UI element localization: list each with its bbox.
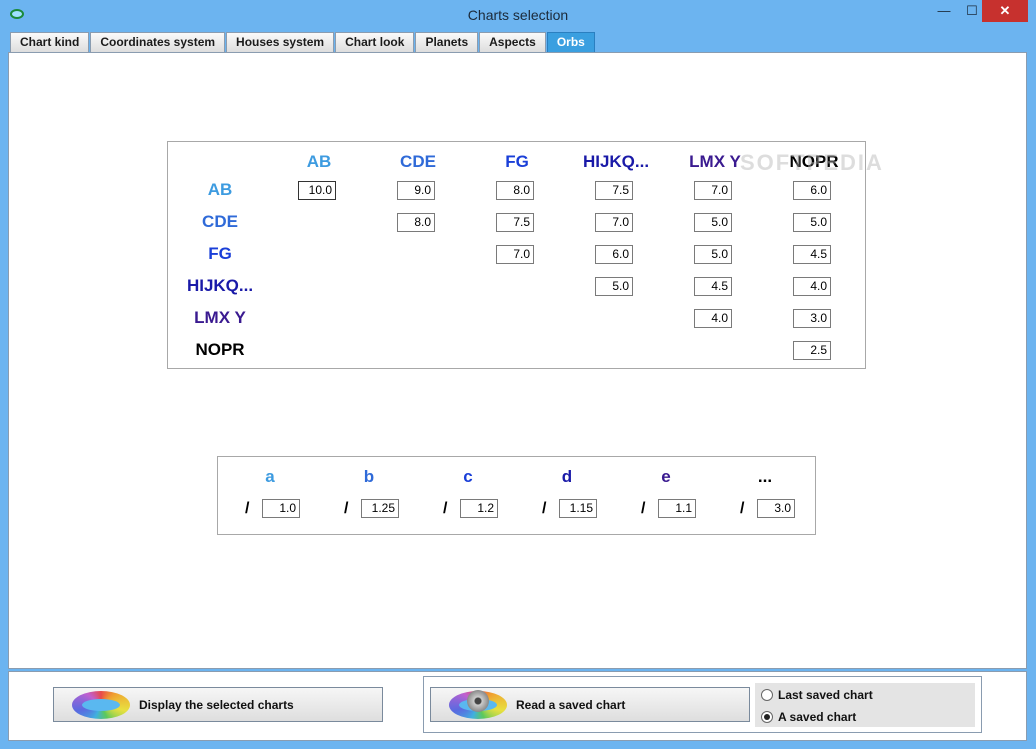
- radio-a-saved-chart[interactable]: A saved chart: [761, 710, 856, 724]
- orb-value-field[interactable]: 8.0: [496, 181, 534, 200]
- orb-row-header: AB: [207, 180, 233, 199]
- orb-row-header: FG: [208, 244, 232, 263]
- factor-header: d: [561, 467, 573, 486]
- tab-bar: Chart kind Coordinates system Houses sys…: [10, 32, 596, 53]
- factor-value-field[interactable]: 1.2: [460, 499, 498, 518]
- orb-value-field[interactable]: 10.0: [298, 181, 336, 200]
- orb-column-header: HIJKQ...: [582, 152, 650, 171]
- factor-slash: /: [542, 500, 547, 517]
- minimize-button[interactable]: —: [933, 0, 955, 22]
- orb-value-field[interactable]: 7.0: [496, 245, 534, 264]
- orb-factors-panel: a / 1.0 b / 1.25 c / 1.2 d / 1.15 e / 1.1... / 3.0: [217, 456, 816, 535]
- factor-header: c: [463, 467, 473, 486]
- orb-value-field[interactable]: 5.0: [793, 213, 831, 232]
- factor-value-field[interactable]: 1.1: [658, 499, 696, 518]
- orb-row-header: HIJKQ...: [186, 276, 254, 295]
- factor-value-field[interactable]: 3.0: [757, 499, 795, 518]
- factor-value-field[interactable]: 1.0: [262, 499, 300, 518]
- orb-value-field[interactable]: 4.0: [694, 309, 732, 328]
- orb-value-field[interactable]: 8.0: [397, 213, 435, 232]
- orb-value-field[interactable]: 7.0: [694, 181, 732, 200]
- chart-wheel-icon: [72, 691, 130, 719]
- orb-column-header: AB: [306, 152, 332, 171]
- factor-header: a: [265, 467, 275, 486]
- orb-value-field[interactable]: 7.5: [595, 181, 633, 200]
- factor-header: b: [363, 467, 375, 486]
- radio-last-saved-label: Last saved chart: [778, 688, 873, 702]
- orb-row-header: NOPR: [195, 340, 245, 359]
- radio-last-saved-chart[interactable]: Last saved chart: [761, 688, 873, 702]
- read-saved-chart-button[interactable]: Read a saved chart: [430, 687, 750, 722]
- orb-value-field[interactable]: 2.5: [793, 341, 831, 360]
- watermark: SOFTPEDIA: [740, 150, 884, 175]
- factor-value-field[interactable]: 1.15: [559, 499, 597, 518]
- factor-value-field[interactable]: 1.25: [361, 499, 399, 518]
- orb-column-header: CDE: [400, 152, 436, 171]
- maximize-button[interactable]: ☐: [961, 0, 983, 22]
- factor-slash: /: [641, 500, 646, 517]
- orb-row-header: CDE: [202, 212, 238, 231]
- orb-column-header: FG: [505, 152, 529, 171]
- saved-chart-options: Last saved chart A saved chart: [755, 683, 975, 727]
- orb-value-field[interactable]: 5.0: [694, 245, 732, 264]
- orb-value-field[interactable]: 6.0: [793, 181, 831, 200]
- factor-slash: /: [443, 500, 448, 517]
- orb-value-field[interactable]: 6.0: [595, 245, 633, 264]
- orb-value-field[interactable]: 4.5: [694, 277, 732, 296]
- orb-value-field[interactable]: 7.5: [496, 213, 534, 232]
- radio-a-saved-label: A saved chart: [778, 710, 857, 724]
- orb-value-field[interactable]: 4.0: [793, 277, 831, 296]
- tab-coordinates-system[interactable]: Coordinates system: [90, 32, 226, 53]
- tab-houses-system[interactable]: Houses system: [226, 32, 335, 53]
- tab-orbs[interactable]: Orbs: [546, 32, 595, 53]
- close-button[interactable]: ✕: [982, 0, 1028, 22]
- factor-slash: /: [344, 500, 349, 517]
- display-charts-label: Display the selected charts: [139, 698, 294, 712]
- orb-row-header: LMX Y: [194, 308, 246, 327]
- radio-button[interactable]: [761, 689, 773, 701]
- factor-slash: /: [245, 500, 250, 517]
- radio-button[interactable]: [761, 711, 773, 723]
- disk-icon: [467, 690, 489, 712]
- factor-header: ...: [757, 467, 773, 486]
- title-bar: Charts selection — ☐ ✕: [0, 0, 1036, 30]
- tab-planets[interactable]: Planets: [415, 32, 479, 53]
- orb-value-field[interactable]: 4.5: [793, 245, 831, 264]
- orb-value-field[interactable]: 3.0: [793, 309, 831, 328]
- orb-value-field[interactable]: 5.0: [595, 277, 633, 296]
- tab-chart-kind[interactable]: Chart kind: [10, 32, 90, 53]
- tab-chart-look[interactable]: Chart look: [335, 32, 415, 53]
- orb-value-field[interactable]: 9.0: [397, 181, 435, 200]
- orb-value-field[interactable]: 5.0: [694, 213, 732, 232]
- factor-header: e: [661, 467, 671, 486]
- tab-aspects[interactable]: Aspects: [479, 32, 546, 53]
- factor-slash: /: [740, 500, 745, 517]
- window-title: Charts selection: [467, 7, 569, 23]
- read-saved-chart-label: Read a saved chart: [516, 698, 626, 712]
- display-charts-button[interactable]: Display the selected charts: [53, 687, 383, 722]
- orb-value-field[interactable]: 7.0: [595, 213, 633, 232]
